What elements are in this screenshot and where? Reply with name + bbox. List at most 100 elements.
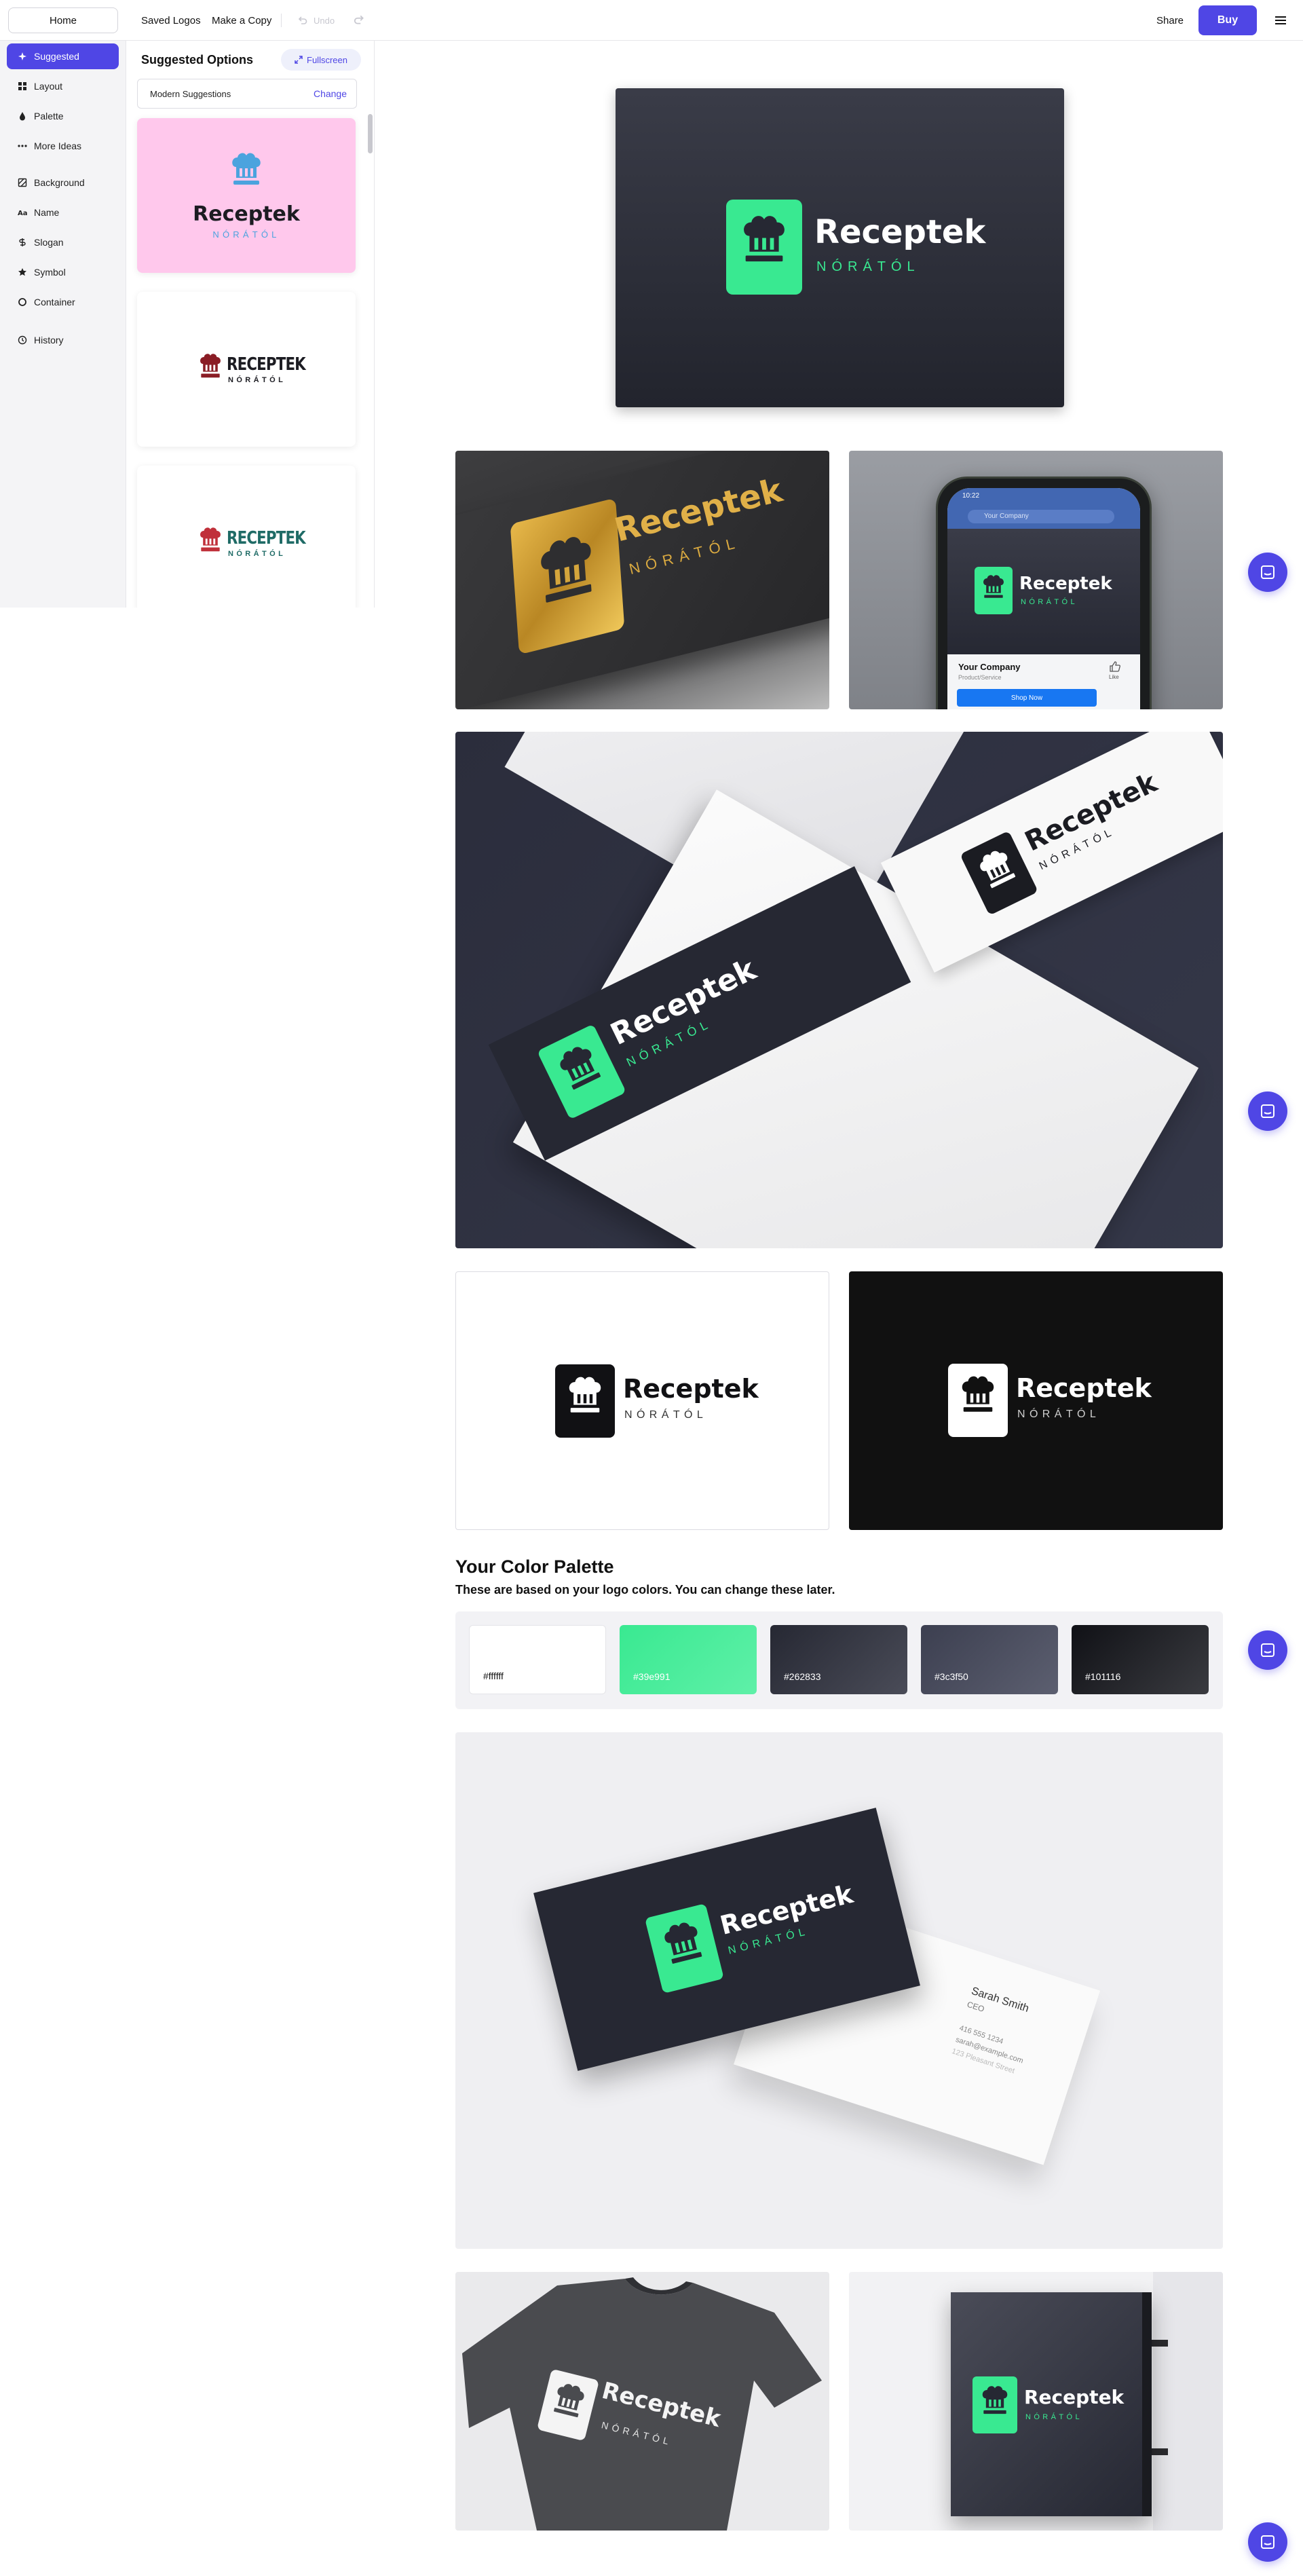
chef-hat-icon <box>232 153 261 185</box>
logo-slogan: NÓRÁTÓL <box>1017 1408 1101 1420</box>
undo-icon <box>298 16 307 24</box>
buy-button[interactable]: Buy <box>1198 5 1257 35</box>
signage-mockup: Receptek NÓRÁTÓL <box>849 2272 1223 2531</box>
top-bar: Home Saved Logos Make a Copy Undo Share … <box>0 0 1303 41</box>
phone-time: 10:22 <box>962 492 980 500</box>
color-swatch[interactable]: #262833 <box>770 1625 907 1694</box>
chef-hat-icon <box>983 575 1004 598</box>
chef-hat-icon <box>200 527 221 552</box>
text-icon: Aa <box>18 210 27 217</box>
chat-launcher-button[interactable] <box>1248 1091 1287 1131</box>
hero-logo-preview: Receptek NÓRÁTÓL <box>616 88 1064 407</box>
background-icon <box>18 178 27 187</box>
logo-icon-container <box>948 1364 1008 1437</box>
logo-slogan: NÓRÁTÓL <box>228 376 286 384</box>
logo-on-black-preview: Receptek NÓRÁTÓL <box>849 1271 1223 1530</box>
logo-name: Receptek <box>193 202 300 226</box>
undo-button[interactable]: Undo <box>297 0 335 41</box>
logo-on-white-preview: Receptek NÓRÁTÓL <box>455 1271 829 1530</box>
chef-hat-icon <box>962 1376 994 1412</box>
logo-slogan: NÓRÁTÓL <box>816 259 920 274</box>
swatch-label: #39e991 <box>633 1671 671 1682</box>
phone-shop-button: Shop Now <box>957 689 1097 707</box>
suggestion-filter[interactable]: Modern Suggestions Change <box>137 79 357 109</box>
sidebar-item-name[interactable]: Aa Name <box>7 200 119 225</box>
sidebar-item-more-ideas[interactable]: More Ideas <box>7 133 119 159</box>
suggestion-card[interactable]: RECEPTEK NÓRÁTÓL <box>137 292 356 447</box>
chat-icon <box>1261 1104 1274 1118</box>
logo-slogan: NÓRÁTÓL <box>1021 598 1078 606</box>
logo-name: Receptek <box>1019 574 1112 594</box>
sidebar-item-label: Name <box>34 207 60 218</box>
dots-icon <box>18 145 27 147</box>
logo-name: Receptek <box>1016 1373 1152 1403</box>
chat-icon <box>1261 565 1274 579</box>
logo-icon-container <box>975 567 1013 614</box>
sidebar-item-slogan[interactable]: Slogan <box>7 229 119 255</box>
sidebar-item-label: Container <box>34 297 75 307</box>
color-swatch[interactable]: #3c3f50 <box>921 1625 1058 1694</box>
chat-launcher-button[interactable] <box>1248 1630 1287 1670</box>
sidebar-item-background[interactable]: Background <box>7 170 119 195</box>
redo-icon[interactable] <box>353 14 365 26</box>
logo-name: Receptek <box>814 213 986 251</box>
saved-logos-link[interactable]: Saved Logos <box>141 0 201 41</box>
swatch-label: #262833 <box>784 1671 821 1682</box>
phone-social-mockup: 10:22 Your Company Receptek NÓRÁTÓL Your… <box>849 451 1223 709</box>
logo-icon-container <box>726 200 802 295</box>
panel-scrollbar[interactable] <box>368 114 373 153</box>
change-filter-link[interactable]: Change <box>314 88 347 99</box>
chef-hat-icon <box>541 537 592 603</box>
chat-icon <box>1261 2535 1274 2549</box>
sidebar-item-layout[interactable]: Layout <box>7 73 119 99</box>
logo-name: RECEPTEK <box>227 528 306 548</box>
chat-launcher-button[interactable] <box>1248 553 1287 592</box>
share-button[interactable]: Share <box>1156 0 1184 41</box>
hamburger-menu-icon[interactable] <box>1273 13 1288 28</box>
droplet-icon <box>20 112 25 121</box>
logo-name: RECEPTEK <box>227 354 306 375</box>
sidebar-item-label: Symbol <box>34 267 66 278</box>
logo-icon-container <box>537 1024 626 1120</box>
slogan-icon <box>19 238 26 246</box>
swatch-label: #101116 <box>1085 1671 1121 1682</box>
color-swatch[interactable]: #ffffff <box>469 1625 606 1694</box>
sidebar-item-suggested[interactable]: Suggested <box>7 43 119 69</box>
suggestions-panel: Suggested Options Fullscreen Modern Sugg… <box>126 41 375 608</box>
sidebar-item-container[interactable]: Container <box>7 289 119 315</box>
palette-title: Your Color Palette <box>455 1556 614 1577</box>
fullscreen-button[interactable]: Fullscreen <box>281 49 361 71</box>
chef-hat-icon <box>664 1922 702 1964</box>
suggestion-card[interactable]: RECEPTEK NÓRÁTÓL <box>137 466 356 608</box>
gold-foil-mockup: Receptek NÓRÁTÓL <box>455 451 829 709</box>
expand-icon <box>295 56 303 64</box>
logo-icon-container <box>972 2376 1017 2433</box>
make-copy-link[interactable]: Make a Copy <box>212 0 271 41</box>
color-swatch[interactable]: #39e991 <box>620 1625 757 1694</box>
star-icon <box>18 268 26 276</box>
swatch-label: #ffffff <box>483 1670 504 1681</box>
chef-hat-icon <box>560 1047 601 1090</box>
sidebar-item-symbol[interactable]: Symbol <box>7 259 119 285</box>
phone-category: Product/Service <box>958 674 1002 681</box>
stationery-mockup: Receptek NÓRÁTÓL Receptek NÓRÁTÓL <box>455 732 1223 1248</box>
sidebar-item-history[interactable]: History <box>7 327 119 353</box>
phone-search-text: Your Company <box>984 512 1029 520</box>
phone-search-bar: Your Company <box>968 510 1114 523</box>
card-person-role: CEO <box>966 1999 986 2014</box>
sidebar-item-palette[interactable]: Palette <box>7 103 119 129</box>
phone-cover: Receptek NÓRÁTÓL <box>947 529 1140 654</box>
layout-icon <box>18 82 26 90</box>
sparkle-icon <box>18 52 26 60</box>
suggestion-card[interactable]: Receptek NÓRÁTÓL <box>137 118 356 273</box>
chat-launcher-button[interactable] <box>1248 2522 1287 2562</box>
fullscreen-label: Fullscreen <box>307 54 347 65</box>
phone-shop-label: Shop Now <box>1011 694 1043 702</box>
chat-icon <box>1261 1643 1274 1657</box>
sidebar-item-label: Slogan <box>34 237 64 248</box>
sidebar-item-label: Suggested <box>34 51 79 62</box>
color-swatch[interactable]: #101116 <box>1072 1625 1209 1694</box>
thumbs-up-icon <box>1110 661 1120 672</box>
swatch-label: #3c3f50 <box>934 1671 968 1682</box>
home-button[interactable]: Home <box>8 7 118 33</box>
